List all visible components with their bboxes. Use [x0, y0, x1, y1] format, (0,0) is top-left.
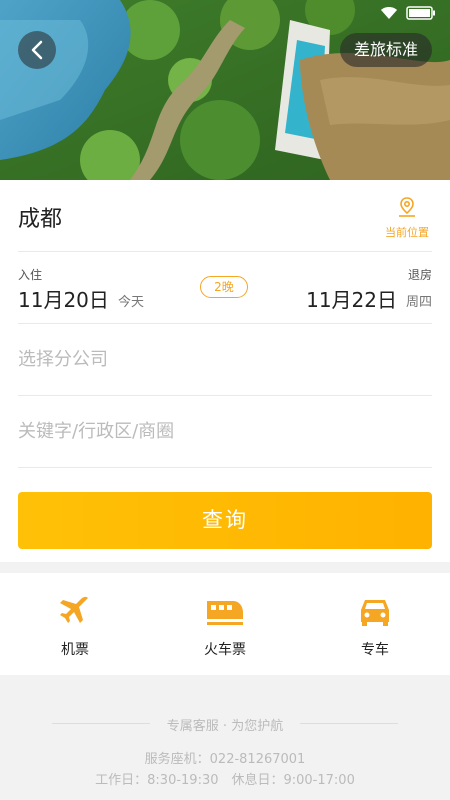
service-label: 火车票 — [204, 642, 246, 658]
train-icon — [207, 601, 243, 625]
city-row: 成都 当前位置 — [18, 180, 432, 252]
checkin-label: 入住 — [18, 268, 43, 282]
branch-select-field[interactable]: 选择分公司 — [18, 324, 432, 396]
keyword-input[interactable]: 关键字/行政区/商圈 — [18, 396, 432, 468]
service-label: 机票 — [61, 642, 89, 658]
back-button[interactable] — [18, 31, 56, 69]
resort-aerial-photo — [0, 0, 450, 180]
search-button[interactable]: 查询 — [18, 492, 432, 549]
services-bar: 机票 火车票 专车 — [0, 573, 450, 675]
footer-title: 专属客服 · 为您护航 — [166, 719, 284, 734]
car-icon — [361, 600, 389, 626]
location-pin-icon — [399, 197, 415, 217]
hero-banner: 差旅标准 — [0, 0, 450, 180]
service-flight[interactable]: 机票 — [0, 573, 150, 675]
divider — [300, 723, 398, 724]
checkout-date[interactable]: 11月22日 — [306, 284, 397, 313]
checkout-day: 周四 — [405, 295, 432, 310]
hotel-search-form: 成都 当前位置 入住 11月20日 今天 2晚 退房 11月22日 周四 选择分… — [0, 180, 450, 562]
travel-standard-button[interactable]: 差旅标准 — [339, 33, 432, 67]
service-label: 专车 — [361, 642, 389, 658]
service-train[interactable]: 火车票 — [150, 573, 300, 675]
nights-badge: 2晚 — [200, 276, 248, 298]
airplane-icon — [60, 596, 88, 623]
date-row: 入住 11月20日 今天 2晚 退房 11月22日 周四 — [18, 252, 432, 324]
current-location-label: 当前位置 — [385, 226, 429, 239]
service-car[interactable]: 专车 — [300, 573, 450, 675]
service-phone[interactable]: 服务座机：022-81267001 — [0, 748, 450, 767]
battery-icon — [406, 6, 435, 20]
checkin-date[interactable]: 11月20日 — [18, 284, 109, 313]
wifi-icon — [381, 7, 397, 19]
service-hours: 工作日：8:30-19:30 休息日：9:00-17:00 — [95, 773, 355, 788]
checkout-label: 退房 — [407, 268, 432, 282]
customer-service-footer: 专属客服 · 为您护航 服务座机：022-81267001 工作日：8:30-1… — [0, 675, 450, 800]
city-selector[interactable]: 成都 — [18, 201, 62, 233]
checkin-day: 今天 — [118, 295, 145, 310]
status-bar — [380, 6, 436, 20]
current-location-button[interactable]: 当前位置 — [382, 196, 432, 240]
chevron-left-icon — [31, 40, 43, 60]
